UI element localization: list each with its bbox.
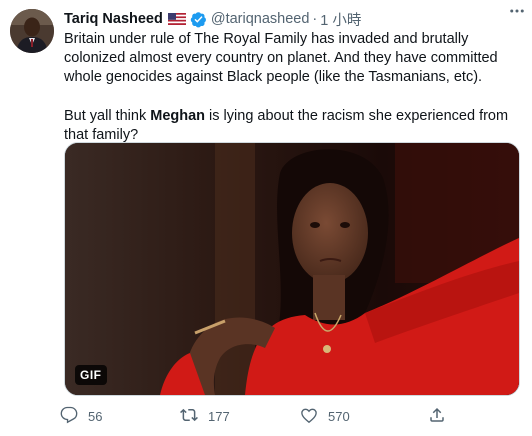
avatar-image: [10, 9, 54, 53]
flag-us-icon: [167, 13, 186, 25]
retweet-icon: [180, 406, 198, 427]
author-handle[interactable]: @tariqnasheed: [211, 11, 310, 27]
tweet-paragraph-1: Britain under rule of The Royal Family h…: [64, 31, 498, 86]
header-separator: ·: [312, 11, 318, 27]
like-icon: [300, 406, 318, 427]
tweet-text: Britain under rule of The Royal Family h…: [64, 30, 526, 145]
reply-count: 56: [88, 408, 103, 424]
tweet-timestamp[interactable]: 1 小時: [320, 9, 361, 30]
tweet-paragraph-2: But yall think Meghan is lying about the…: [64, 107, 526, 145]
gif-badge: GIF: [75, 365, 107, 385]
like-button[interactable]: 570: [300, 404, 350, 428]
tweet-card[interactable]: Tariq Nasheed @tariqnasheed · 1 小時 Brita…: [0, 0, 532, 436]
more-icon[interactable]: [506, 2, 528, 20]
gif-media[interactable]: GIF: [64, 142, 520, 396]
retweet-count: 177: [208, 408, 230, 424]
tweet-header: Tariq Nasheed @tariqnasheed · 1 小時: [64, 8, 520, 30]
share-button[interactable]: [428, 404, 446, 428]
avatar[interactable]: [10, 9, 54, 53]
author-name[interactable]: Tariq Nasheed: [64, 11, 163, 27]
gif-frame-image: [65, 143, 519, 395]
action-bar: 56 177 570: [60, 404, 460, 428]
reply-icon: [60, 406, 78, 427]
like-count: 570: [328, 408, 350, 424]
verified-badge-icon: [190, 11, 207, 28]
tweet-text-segment: But yall think: [64, 107, 151, 124]
tweet-bold-name: Meghan: [150, 107, 206, 124]
reply-button[interactable]: 56: [60, 404, 102, 428]
share-icon: [428, 406, 446, 427]
retweet-button[interactable]: 177: [180, 404, 230, 428]
